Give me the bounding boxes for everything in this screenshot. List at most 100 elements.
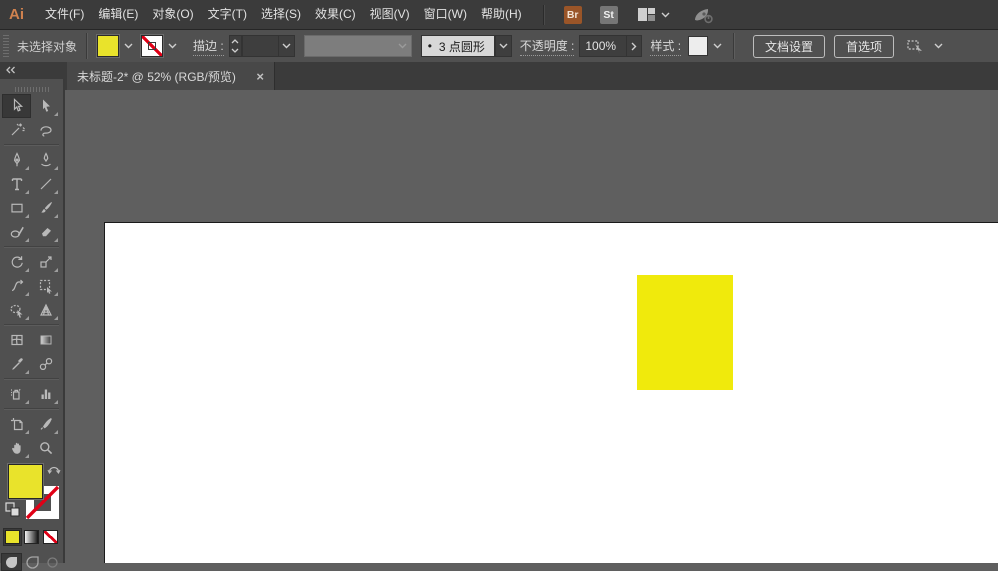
- brush-preview-dot: •: [427, 39, 432, 53]
- chevron-down-icon[interactable]: [661, 12, 670, 18]
- opacity-input[interactable]: 100%: [579, 35, 628, 57]
- tool-slice[interactable]: [31, 412, 60, 436]
- document-title: 未标题-2* @ 52% (RGB/预览): [77, 69, 236, 84]
- brush-definition-field[interactable]: • 3 点圆形: [420, 35, 495, 57]
- color-swatch: [5, 530, 20, 544]
- selection-options-icon[interactable]: [906, 38, 928, 54]
- tool-blend[interactable]: [31, 352, 60, 376]
- gpu-performance-icon[interactable]: [692, 6, 716, 24]
- menu-type[interactable]: 文字(T): [201, 0, 254, 29]
- stroke-weight-input[interactable]: [241, 35, 278, 57]
- tool-curvature[interactable]: [31, 148, 60, 172]
- tool-line-segment[interactable]: [31, 172, 60, 196]
- tool-shaper[interactable]: [2, 220, 31, 244]
- tools-panel-grip[interactable]: [14, 87, 49, 92]
- preferences-button[interactable]: 首选项: [834, 34, 895, 58]
- color-button[interactable]: [3, 528, 22, 546]
- tool-eyedropper[interactable]: [2, 352, 31, 376]
- stroke-weight-stepper[interactable]: [228, 35, 242, 57]
- menu-edit[interactable]: 编辑(E): [91, 0, 145, 29]
- tool-type[interactable]: [2, 172, 31, 196]
- drawing-mode-buttons: [1, 553, 63, 571]
- style-label[interactable]: 样式 :: [650, 37, 682, 56]
- tool-shape-builder[interactable]: [2, 298, 31, 322]
- opacity-label[interactable]: 不透明度 :: [519, 37, 575, 56]
- style-dropdown-icon[interactable]: [710, 36, 724, 56]
- tool-width[interactable]: [2, 274, 31, 298]
- fill-color-swatch[interactable]: [97, 35, 120, 57]
- tool-symbol-sprayer[interactable]: [2, 382, 31, 406]
- chevron-down-icon[interactable]: [934, 43, 943, 49]
- tool-lasso[interactable]: [31, 118, 60, 142]
- stroke-chevron-icon[interactable]: [165, 36, 179, 56]
- menu-select[interactable]: 选择(S): [254, 0, 308, 29]
- menubar-separator: [542, 4, 545, 25]
- tool-rectangle[interactable]: [2, 196, 31, 220]
- document-tab[interactable]: 未标题-2* @ 52% (RGB/预览) ×: [67, 62, 275, 90]
- menu-effect[interactable]: 效果(C): [308, 0, 363, 29]
- stroke-weight-label[interactable]: 描边 :: [193, 37, 224, 56]
- canvas-rect[interactable]: [637, 275, 733, 390]
- none-button[interactable]: [41, 528, 60, 546]
- draw-behind-button[interactable]: [22, 553, 43, 571]
- menu-object[interactable]: 对象(O): [145, 0, 200, 29]
- tools-divider: [4, 408, 59, 410]
- control-bar-grip[interactable]: [3, 35, 9, 57]
- tool-rotate[interactable]: [2, 250, 31, 274]
- tool-magic-wand[interactable]: [2, 118, 31, 142]
- menu-file[interactable]: 文件(F): [38, 0, 91, 29]
- menu-view[interactable]: 视图(V): [363, 0, 417, 29]
- brush-name: 3 点圆形: [438, 39, 485, 54]
- tool-zoom[interactable]: [31, 436, 60, 460]
- opacity-slider-icon[interactable]: [627, 35, 643, 57]
- tool-eraser[interactable]: [31, 220, 60, 244]
- tools-divider: [4, 324, 59, 326]
- stroke-color-control[interactable]: [141, 35, 179, 57]
- tool-paintbrush[interactable]: [31, 196, 60, 220]
- tool-free-transform[interactable]: [31, 274, 60, 298]
- menu-window[interactable]: 窗口(W): [417, 0, 474, 29]
- tool-scale[interactable]: [31, 250, 60, 274]
- gradient-button[interactable]: [22, 528, 41, 546]
- style-swatch[interactable]: [688, 36, 709, 56]
- tool-mesh[interactable]: [2, 328, 31, 352]
- fill-color-control[interactable]: [97, 35, 135, 57]
- bridge-button[interactable]: Br: [563, 5, 582, 24]
- stroke-none-swatch[interactable]: [141, 35, 164, 57]
- artboard: [104, 222, 998, 563]
- color-mode-buttons: [3, 528, 63, 546]
- tool-direct-selection[interactable]: [31, 94, 60, 118]
- collapse-panels-icon[interactable]: [5, 66, 16, 74]
- workspace-layout-icon[interactable]: [637, 8, 655, 21]
- default-fill-stroke-icon[interactable]: [5, 502, 20, 517]
- draw-inside-button[interactable]: [42, 553, 63, 571]
- tab-close-icon[interactable]: ×: [256, 70, 264, 83]
- canvas-area[interactable]: [65, 90, 998, 563]
- fill-chevron-icon[interactable]: [121, 36, 135, 56]
- brush-dropdown-icon[interactable]: [494, 35, 512, 57]
- tools-divider: [4, 144, 59, 146]
- app-logo: Ai: [9, 6, 24, 23]
- control-bar: 未选择对象 描边 : • 3 点圆形 不透明度 : 100% 样式 : 文档设置…: [0, 30, 998, 63]
- divider: [86, 33, 89, 59]
- fill-stroke-indicator: [0, 461, 63, 525]
- tool-hand[interactable]: [2, 436, 31, 460]
- swap-fill-stroke-icon[interactable]: [47, 462, 61, 474]
- selection-status: 未选择对象: [17, 39, 78, 54]
- tool-pen[interactable]: [2, 148, 31, 172]
- draw-normal-button[interactable]: [1, 553, 22, 571]
- tool-selection[interactable]: [2, 94, 31, 118]
- width-profile-dropdown: [303, 35, 412, 57]
- stock-button[interactable]: St: [599, 5, 618, 24]
- document-tab-bar: 未标题-2* @ 52% (RGB/预览) ×: [0, 62, 998, 91]
- tools-divider: [4, 378, 59, 380]
- fill-proxy[interactable]: [8, 464, 43, 499]
- divider: [733, 33, 736, 59]
- tool-gradient[interactable]: [31, 328, 60, 352]
- tool-perspective-grid[interactable]: [31, 298, 60, 322]
- tool-column-graph[interactable]: [31, 382, 60, 406]
- document-setup-button[interactable]: 文档设置: [753, 34, 826, 58]
- tool-artboard[interactable]: [2, 412, 31, 436]
- stroke-weight-dropdown-icon[interactable]: [277, 35, 295, 57]
- menu-help[interactable]: 帮助(H): [474, 0, 529, 29]
